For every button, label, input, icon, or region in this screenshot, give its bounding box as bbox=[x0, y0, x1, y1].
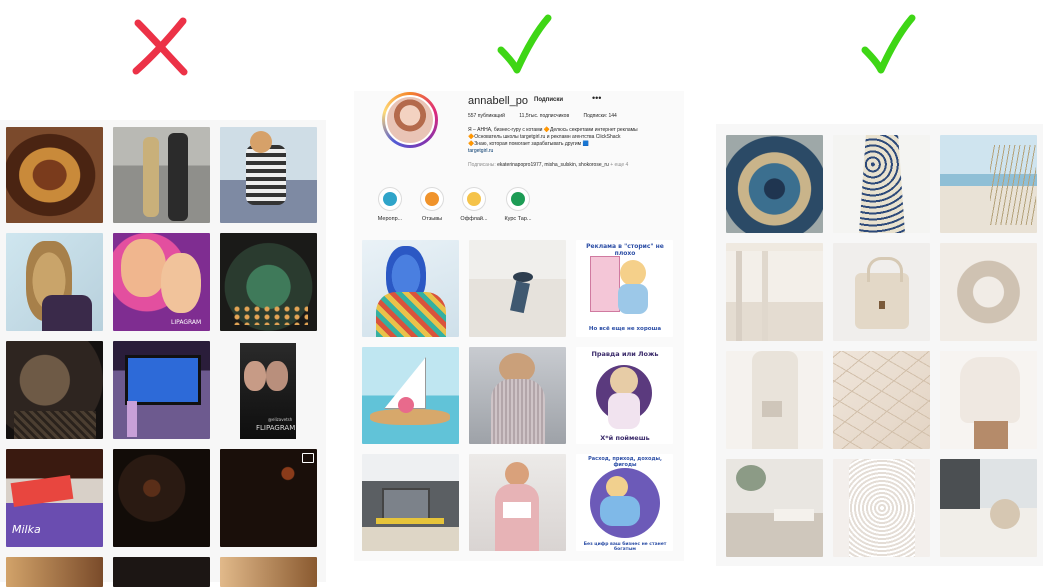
profile-avatar[interactable] bbox=[382, 92, 438, 148]
feed-photo-partial[interactable] bbox=[113, 557, 210, 587]
more-options-icon[interactable]: ••• bbox=[592, 93, 601, 103]
feed-photo-dark-lights[interactable] bbox=[113, 449, 210, 547]
followed-by[interactable]: Подписаны: ekaterinapopro1977, misha_sul… bbox=[468, 162, 682, 168]
post-pregnant-woman[interactable] bbox=[469, 347, 566, 444]
post-ad-cartoon[interactable]: Реклама в "сторис" не плохо Но всё еще н… bbox=[576, 240, 673, 337]
post-house-balcony[interactable] bbox=[362, 454, 459, 551]
bad-feed-grid: LIPAGRAM @elizavetsh FLIPAGRAM Milka bbox=[6, 127, 317, 587]
aesthetic-photo-floral-skirt[interactable] bbox=[833, 135, 930, 233]
story-highlight[interactable]: Меропр... bbox=[370, 187, 410, 222]
following-button[interactable]: Подписки bbox=[534, 97, 563, 103]
post-money-cartoon[interactable]: Расход, приход, доходы, фигоды Без цифр … bbox=[576, 454, 673, 551]
feed-photo-girl-sofa[interactable] bbox=[220, 127, 317, 223]
aesthetic-photo-white-blouse[interactable] bbox=[940, 351, 1037, 449]
money-cartoon-caption: Без цифр ваш бизнес не станет богатым bbox=[583, 542, 667, 551]
aesthetic-photo-salt-flat[interactable] bbox=[833, 351, 930, 449]
feed-photo-partial[interactable] bbox=[6, 557, 103, 587]
feed-photo-steak[interactable] bbox=[6, 127, 103, 223]
post-truth-lie-cartoon[interactable]: Правда или Ложь Х*й поймешь bbox=[576, 347, 673, 444]
feed-photo-tv-screen[interactable] bbox=[113, 341, 210, 439]
cross-mark-icon bbox=[128, 15, 192, 77]
aesthetic-feed-grid bbox=[726, 135, 1037, 557]
story-highlight[interactable]: Отзывы bbox=[412, 187, 452, 222]
tiktok-user-label: @elizavetsh bbox=[268, 417, 293, 422]
aesthetic-photo-sea-dunes[interactable] bbox=[940, 135, 1037, 233]
offline-highlight-icon bbox=[467, 192, 481, 206]
aesthetic-photo-beach-pier[interactable] bbox=[726, 243, 823, 341]
feed-photo-video-selfie[interactable]: @elizavetsh FLIPAGRAM bbox=[220, 341, 317, 439]
aesthetic-photo-white-suit[interactable] bbox=[726, 351, 823, 449]
aesthetic-photo-cafe-terrace[interactable] bbox=[726, 459, 823, 557]
aesthetic-photo-yarn[interactable] bbox=[726, 135, 823, 233]
good-feed-grid-illustrated: Реклама в "сторис" не плохо Но всё еще н… bbox=[362, 240, 673, 551]
flipagram-label: FLIPAGRAM bbox=[256, 424, 296, 432]
feed-photo-partial[interactable] bbox=[220, 557, 317, 587]
video-icon bbox=[302, 453, 314, 463]
course-highlight-icon bbox=[511, 192, 525, 206]
post-blue-hair-illustration[interactable] bbox=[362, 240, 459, 337]
aesthetic-photo-handbag[interactable] bbox=[833, 243, 930, 341]
followers-count[interactable]: 11,5тыс. подписчиков bbox=[519, 113, 569, 119]
post-boat-illustration[interactable] bbox=[362, 347, 459, 444]
story-highlight[interactable]: Оффлай... bbox=[454, 187, 494, 222]
truth-lie-title: Правда или Ложь bbox=[591, 350, 659, 358]
post-beach-woman[interactable] bbox=[469, 240, 566, 337]
feed-photo-christmas-tree[interactable] bbox=[220, 233, 317, 331]
reviews-highlight-icon bbox=[425, 192, 439, 206]
aesthetic-photo-seaside-items[interactable] bbox=[940, 459, 1037, 557]
posts-count[interactable]: 557 публикаций bbox=[468, 113, 505, 119]
feed-photo-night-girl[interactable] bbox=[6, 341, 103, 439]
following-count[interactable]: Подписки: 144 bbox=[584, 113, 617, 119]
feed-photo-selfie-filter[interactable]: LIPAGRAM bbox=[113, 233, 210, 331]
aesthetic-photo-lace-top[interactable] bbox=[833, 459, 930, 557]
checkmark-icon bbox=[860, 14, 916, 74]
checkmark-icon bbox=[496, 14, 552, 74]
snack-brand-label: Milka bbox=[12, 523, 41, 536]
event-highlight-icon bbox=[383, 192, 397, 206]
profile-username: annabell_po bbox=[468, 95, 528, 107]
ad-cartoon-caption: Но всё еще не хороша bbox=[588, 326, 662, 332]
flipagram-watermark: LIPAGRAM bbox=[171, 319, 202, 326]
feed-photo-couple-street[interactable] bbox=[113, 127, 210, 223]
money-cartoon-title: Расход, приход, доходы, фигоды bbox=[588, 456, 662, 468]
feed-photo-hairstyle[interactable] bbox=[6, 233, 103, 331]
aesthetic-photo-shell-wreath[interactable] bbox=[940, 243, 1037, 341]
story-highlight[interactable]: Курс Тар... bbox=[498, 187, 538, 222]
post-woman-flowers[interactable] bbox=[469, 454, 566, 551]
feed-photo-dark-room[interactable] bbox=[220, 449, 317, 547]
profile-stats: 557 публикаций 11,5тыс. подписчиков Подп… bbox=[468, 113, 630, 119]
ad-cartoon-title: Реклама в "сторис" не плохо bbox=[586, 243, 664, 257]
truth-lie-caption: Х*й поймешь bbox=[600, 434, 650, 442]
feed-photo-snacks[interactable]: Milka bbox=[6, 449, 103, 547]
bio-link[interactable]: targetgirl.ru bbox=[468, 148, 678, 155]
profile-bio: Я – АННА, бизнес-гуру с котами 🔶Делюсь с… bbox=[468, 127, 678, 155]
